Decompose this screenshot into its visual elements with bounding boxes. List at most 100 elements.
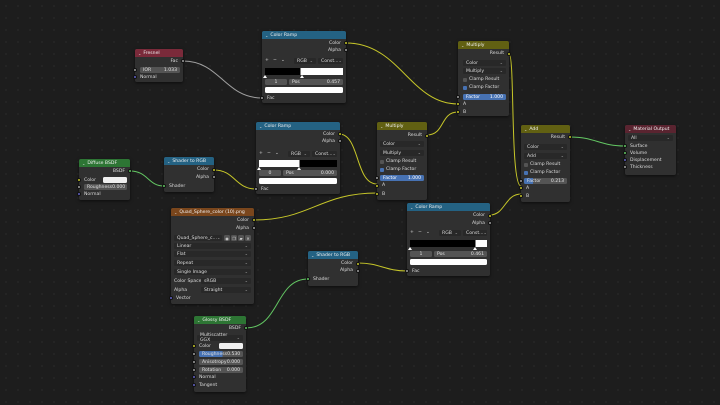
clamp-factor-checkbox[interactable]: Clamp Factor	[380, 167, 416, 172]
ramp-menu-icon[interactable]: ⌄	[281, 58, 285, 63]
collapse-icon[interactable]: ⌄	[197, 318, 200, 323]
collapse-icon[interactable]: ⌄	[524, 127, 527, 132]
add-node[interactable]: ⌄Add Result Color Add Clamp Result Clamp…	[519, 125, 572, 202]
color-ramp-node-1[interactable]: ⌄Color Ramp Color Alpha + − ⌄ RGB Const.…	[260, 31, 348, 103]
b-input-socket[interactable]	[519, 194, 523, 198]
interpolation-select[interactable]: Linear	[174, 243, 251, 249]
color-ramp-header[interactable]: ⌄ Color Ramp	[407, 203, 490, 211]
color-ramp-header[interactable]: ⌄ Color Ramp	[262, 31, 346, 39]
clamp-factor-checkbox[interactable]: Clamp Factor	[463, 85, 499, 90]
add-stop-button[interactable]: +	[265, 58, 269, 63]
ramp-stop-handle[interactable]	[300, 75, 304, 78]
fake-user-icon[interactable]: ◉	[224, 235, 230, 241]
result-output-socket[interactable]	[568, 135, 572, 139]
color-output-socket[interactable]	[252, 218, 256, 222]
a-input-socket[interactable]	[456, 102, 460, 106]
roughness-input-socket[interactable]	[77, 185, 81, 189]
a-input-socket[interactable]	[519, 186, 523, 190]
interpolation-select[interactable]: Const...	[312, 151, 337, 157]
surface-input-socket[interactable]	[623, 144, 627, 148]
ior-field[interactable]: IOR 1.033	[140, 67, 180, 73]
stop-index-field[interactable]: 1	[265, 79, 287, 85]
displacement-input-socket[interactable]	[623, 158, 627, 162]
color-ramp-header[interactable]: ⌄ Color Ramp	[256, 122, 340, 130]
collapse-icon[interactable]: ⌄	[82, 161, 85, 166]
color-ramp-gradient[interactable]	[259, 160, 337, 167]
interpolation-select[interactable]: Const...	[318, 58, 343, 64]
color-mode-select[interactable]: RGB	[439, 230, 461, 236]
ramp-stop-handle[interactable]	[263, 75, 267, 78]
mix-header[interactable]: ⌄ Multiply	[377, 122, 427, 130]
diffuse-header[interactable]: ⌄ Diffuse BSDF	[79, 159, 130, 167]
rotation-input-socket[interactable]	[192, 368, 196, 372]
factor-input-socket[interactable]	[519, 179, 523, 183]
data-type-select[interactable]: Color	[463, 60, 506, 66]
a-input-socket[interactable]	[375, 184, 379, 188]
stop-position-field[interactable]: Pos 0.000	[283, 170, 337, 176]
ramp-menu-icon[interactable]: ⌄	[426, 230, 430, 235]
alpha-output-socket[interactable]	[252, 226, 256, 230]
glossy-header[interactable]: ⌄ Glossy BSDF	[194, 316, 246, 324]
roughness-field[interactable]: Roughness 0.000	[84, 184, 127, 190]
result-output-socket[interactable]	[425, 134, 429, 138]
ramp-stop-handle[interactable]	[408, 247, 412, 250]
collapse-icon[interactable]: ⌄	[138, 51, 141, 56]
duplicate-icon[interactable]: ❐	[231, 235, 237, 241]
fresnel-header[interactable]: ⌄ Fresnel	[135, 49, 183, 57]
glossy-bsdf-node[interactable]: ⌄Glossy BSDF BSDF Multiscatter GGX Color…	[192, 316, 248, 392]
color-output-socket[interactable]	[488, 214, 492, 218]
color-input-socket[interactable]	[77, 178, 81, 182]
thickness-input-socket[interactable]	[623, 165, 627, 169]
stop-color-swatch[interactable]	[265, 87, 343, 93]
factor-field[interactable]: Factor 1.000	[380, 175, 424, 181]
ramp-menu-icon[interactable]: ⌄	[275, 151, 279, 156]
volume-input-socket[interactable]	[623, 151, 627, 155]
add-stop-button[interactable]: +	[259, 151, 263, 156]
bsdf-output-socket[interactable]	[244, 326, 248, 330]
projection-select[interactable]: Flat	[174, 251, 251, 257]
anisotropy-field[interactable]: Anisotropy 0.000	[199, 359, 243, 365]
collapse-icon[interactable]: ⌄	[259, 124, 262, 129]
fac-input-socket[interactable]	[405, 269, 409, 273]
stop-index-field[interactable]: 1	[410, 251, 432, 257]
material-output-header[interactable]: ⌄ Material Output	[625, 125, 676, 133]
clamp-result-checkbox[interactable]: Clamp Result	[524, 162, 560, 167]
stop-index-field[interactable]: 0	[259, 170, 281, 176]
extension-select[interactable]: Repeat	[174, 260, 251, 266]
anisotropy-input-socket[interactable]	[192, 360, 196, 364]
collapse-icon[interactable]: ⌄	[174, 210, 177, 215]
multiply-node-1[interactable]: ⌄Multiply Result Color Multiply Clamp Re…	[456, 41, 511, 116]
collapse-icon[interactable]: ⌄	[311, 253, 314, 258]
fresnel-node[interactable]: ⌄ Fresnel Fac IOR 1.033 Normal	[133, 49, 185, 82]
color-swatch[interactable]	[103, 177, 127, 183]
remove-stop-button[interactable]: −	[273, 58, 277, 63]
color-output-socket[interactable]	[338, 132, 342, 136]
color-ramp-gradient[interactable]	[410, 240, 487, 247]
clamp-factor-checkbox[interactable]: Clamp Factor	[524, 170, 560, 175]
open-folder-icon[interactable]: ▰	[238, 235, 244, 241]
source-select[interactable]: Single Image	[174, 269, 251, 275]
shader-to-rgb-header[interactable]: ⌄ Shader to RGB	[308, 251, 358, 259]
normal-input-socket[interactable]	[77, 192, 81, 196]
color-output-socket[interactable]	[344, 41, 348, 45]
distribution-select[interactable]: Multiscatter GGX	[197, 333, 243, 343]
unlink-icon[interactable]: ✕	[245, 235, 251, 241]
alpha-output-socket[interactable]	[356, 269, 360, 273]
mix-header[interactable]: ⌄ Multiply	[458, 41, 509, 49]
factor-input-socket[interactable]	[456, 95, 460, 99]
target-select[interactable]: All	[628, 135, 673, 141]
material-output-node[interactable]: ⌄Material Output All Surface Volume Disp…	[623, 125, 676, 175]
b-input-socket[interactable]	[456, 110, 460, 114]
image-texture-node[interactable]: ⌄ Quad_Sphere_color (10).png Color Alpha …	[169, 208, 256, 304]
remove-stop-button[interactable]: −	[418, 230, 422, 235]
ramp-stop-handle[interactable]	[473, 247, 477, 250]
color-space-select[interactable]: sRGB	[201, 278, 251, 284]
collapse-icon[interactable]: ⌄	[265, 33, 268, 38]
color-ramp-node-2[interactable]: ⌄Color Ramp Color Alpha + − ⌄ RGB Const.…	[254, 122, 342, 194]
data-type-select[interactable]: Color	[524, 144, 567, 150]
color-ramp-node-3[interactable]: ⌄Color Ramp Color Alpha + − ⌄ RGB Const.…	[405, 203, 492, 276]
shader-to-rgb-node-1[interactable]: ⌄ Shader to RGB Color Alpha Shader	[162, 157, 216, 192]
fac-input-socket[interactable]	[254, 187, 258, 191]
stop-color-swatch[interactable]	[410, 259, 487, 265]
alpha-mode-select[interactable]: Straight	[201, 287, 251, 293]
